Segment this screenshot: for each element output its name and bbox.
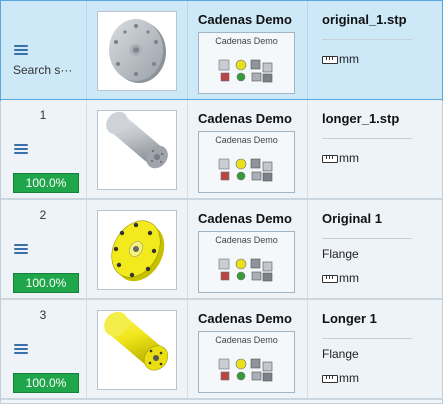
part-title[interactable]: Original 1 xyxy=(322,211,382,226)
hamburger-menu-icon[interactable] xyxy=(14,45,28,56)
info-cell: Original 1 Flange mm xyxy=(307,200,443,298)
cadenas-demo-logo: Cadenas Demo xyxy=(198,131,295,193)
rank-cell: 2 100.0% xyxy=(1,200,85,298)
result-row-2[interactable]: 2 100.0% Cadenas Demo Cadenas Demo Origi… xyxy=(1,200,442,300)
info-cell: longer_1.stp mm xyxy=(307,100,443,198)
brand-name: Cadenas Demo xyxy=(198,111,292,126)
thumbnail-cell xyxy=(86,200,187,298)
ruler-icon xyxy=(322,55,338,64)
result-row-3[interactable]: 3 100.0% Cadenas Demo Cadenas Demo Longe… xyxy=(1,300,442,400)
unit-line: mm xyxy=(322,151,359,165)
cadenas-demo-logo: Cadenas Demo xyxy=(198,32,295,94)
brand-name: Cadenas Demo xyxy=(198,211,292,226)
hamburger-menu-icon[interactable] xyxy=(14,344,28,355)
search-results-list: Search s··· Cadenas Demo Cadenas Demo or… xyxy=(0,0,443,404)
search-similar-label[interactable]: Search s··· xyxy=(13,63,72,77)
rank-cell: 1 100.0% xyxy=(1,100,85,198)
cadenas-demo-logo: Cadenas Demo xyxy=(198,331,295,393)
cadenas-demo-logo: Cadenas Demo xyxy=(198,231,295,293)
unit-label: mm xyxy=(339,151,359,165)
unit-line: mm xyxy=(322,52,359,66)
ruler-icon xyxy=(322,154,338,163)
part-title[interactable]: longer_1.stp xyxy=(322,111,399,126)
result-row-1[interactable]: 1 100.0% Cadenas Demo Cadenas Demo longe… xyxy=(1,100,442,200)
divider xyxy=(322,39,412,40)
ruler-icon xyxy=(322,274,338,283)
brand-cell: Cadenas Demo Cadenas Demo xyxy=(187,200,307,298)
similarity-score-badge: 100.0% xyxy=(13,273,79,293)
similarity-score-badge: 100.0% xyxy=(13,173,79,193)
brand-cell: Cadenas Demo Cadenas Demo xyxy=(187,100,307,198)
ruler-icon xyxy=(322,374,338,383)
long-cylinder-icon[interactable] xyxy=(97,110,177,190)
rank-number: 2 xyxy=(39,208,47,222)
info-cell: Longer 1 Flange mm xyxy=(307,300,443,398)
unit-label: mm xyxy=(339,52,359,66)
thumbnail-cell xyxy=(86,300,187,398)
unit-label: mm xyxy=(339,371,359,385)
rank-cell: Search s··· xyxy=(1,1,85,99)
brand-name: Cadenas Demo xyxy=(198,12,292,27)
unit-label: mm xyxy=(339,271,359,285)
part-category: Flange xyxy=(322,347,359,361)
result-row-query[interactable]: Search s··· Cadenas Demo Cadenas Demo or… xyxy=(0,0,443,101)
brand-name: Cadenas Demo xyxy=(198,311,292,326)
unit-line: mm xyxy=(322,371,359,385)
part-title[interactable]: original_1.stp xyxy=(322,12,407,27)
hamburger-menu-icon[interactable] xyxy=(14,244,28,255)
flat-disc-flange-icon[interactable] xyxy=(97,11,177,91)
info-cell: original_1.stp mm xyxy=(307,1,443,99)
rank-number: 1 xyxy=(39,108,47,122)
rank-cell: 3 100.0% xyxy=(1,300,85,398)
thumbnail-cell xyxy=(86,100,187,198)
yellow-cylinder-icon[interactable] xyxy=(97,310,177,390)
unit-line: mm xyxy=(322,271,359,285)
hamburger-menu-icon[interactable] xyxy=(14,144,28,155)
similarity-score-badge: 100.0% xyxy=(13,373,79,393)
divider xyxy=(322,238,412,239)
brand-cell: Cadenas Demo Cadenas Demo xyxy=(187,300,307,398)
part-title[interactable]: Longer 1 xyxy=(322,311,377,326)
part-category: Flange xyxy=(322,247,359,261)
rank-number: 3 xyxy=(39,308,47,322)
thumbnail-cell xyxy=(86,1,187,99)
brand-cell: Cadenas Demo Cadenas Demo xyxy=(187,1,307,99)
divider xyxy=(322,338,412,339)
divider xyxy=(322,138,412,139)
yellow-flange-icon[interactable] xyxy=(97,210,177,290)
